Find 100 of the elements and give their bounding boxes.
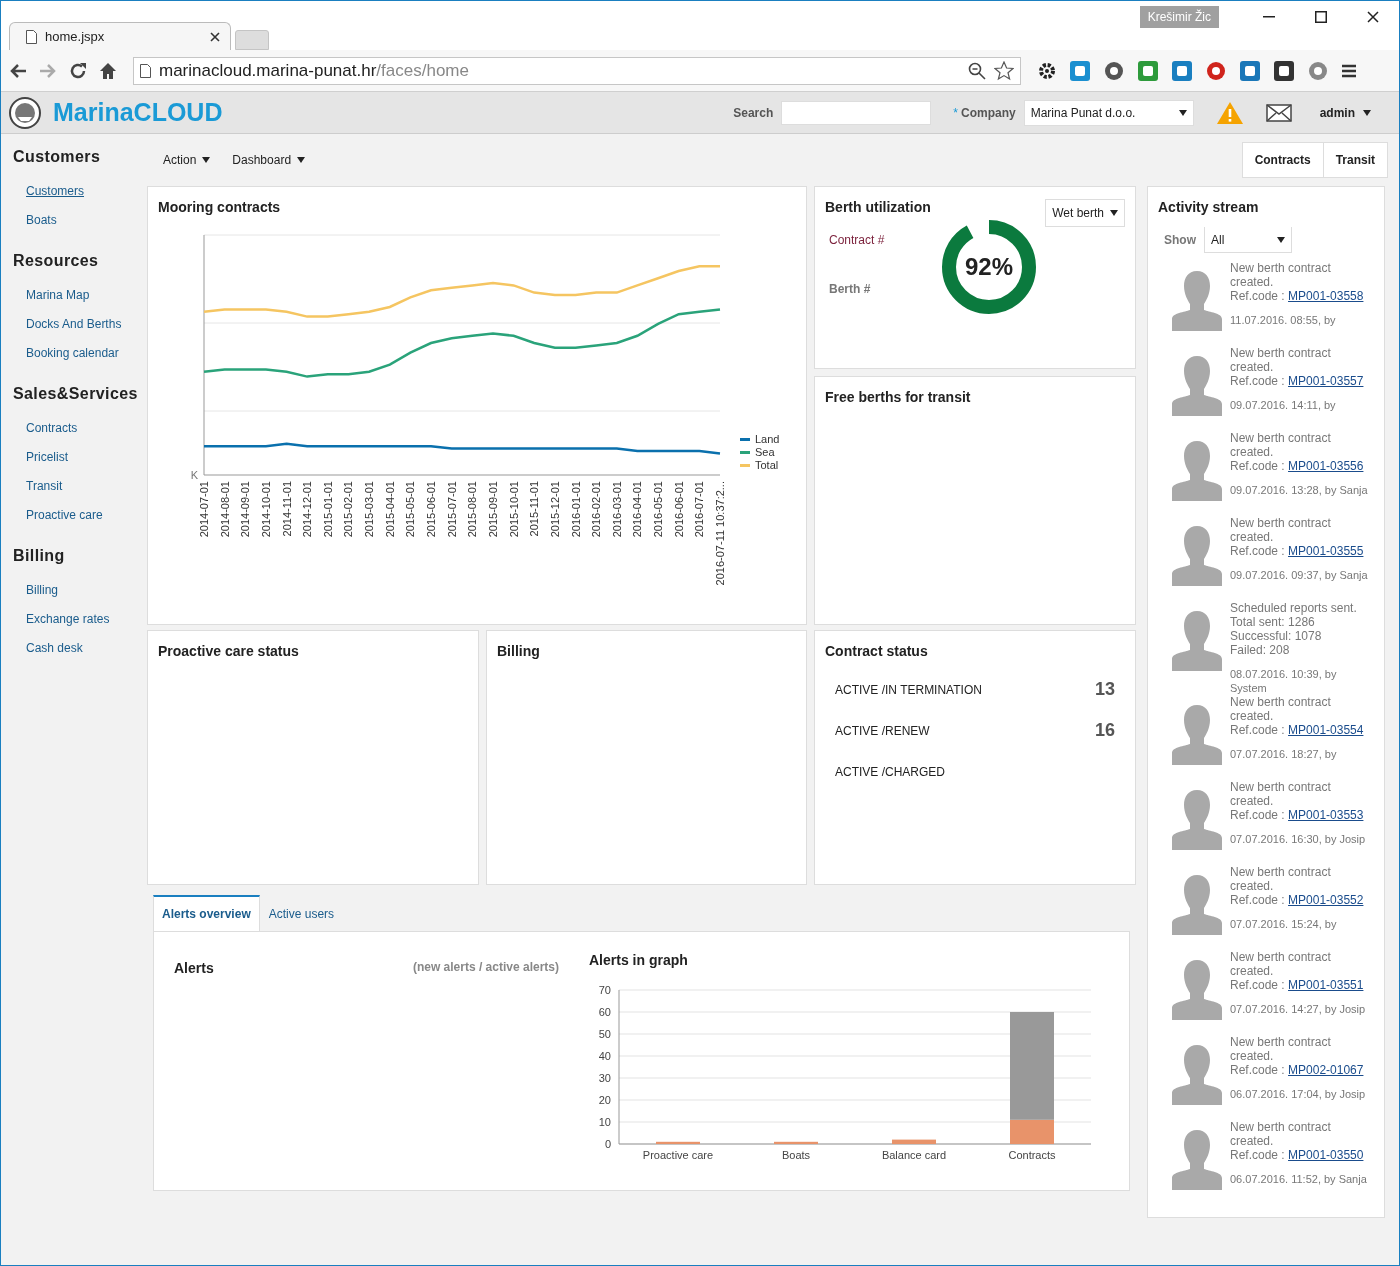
- sidebar-link[interactable]: Marina Map: [26, 288, 147, 302]
- legend-item: Land: [740, 433, 780, 445]
- ref-link[interactable]: MP001-03552: [1288, 893, 1364, 907]
- axis-label: 0: [604, 1138, 611, 1150]
- activity-text: New berth contract created.: [1230, 431, 1332, 459]
- axis-label: 2016-07-01: [693, 481, 706, 538]
- sidebar-link[interactable]: Contracts: [26, 421, 147, 435]
- chart-title: Alerts in graph: [589, 952, 689, 968]
- ref-link[interactable]: MP001-03558: [1288, 289, 1364, 303]
- user-menu[interactable]: admin: [1313, 104, 1377, 121]
- card-title: Billing: [497, 643, 541, 659]
- status-label: ACTIVE /RENEW: [835, 723, 930, 738]
- axis-label: 30: [598, 1072, 611, 1084]
- filter-select[interactable]: All: [1204, 227, 1292, 253]
- zoom-icon[interactable]: [968, 61, 986, 80]
- gear-icon[interactable]: [1037, 60, 1057, 81]
- menu-icon[interactable]: [1341, 62, 1357, 79]
- close-icon[interactable]: [1367, 11, 1379, 23]
- activity-meta: 11.07.2016. 08:55, by: [1230, 313, 1337, 327]
- axis-label: 70: [598, 984, 611, 996]
- sidebar-link[interactable]: Boats: [26, 213, 147, 227]
- url-text: marinacloud.marina-punat.hr/faces/home: [159, 60, 469, 81]
- activity-text: New berth contract created.: [1230, 950, 1332, 978]
- company-select[interactable]: Marina Punat d.o.o.: [1023, 99, 1194, 126]
- berth-type-select[interactable]: Wet berth: [1045, 199, 1125, 227]
- show-label: Show: [1164, 233, 1196, 247]
- extension-icon[interactable]: [1273, 59, 1295, 82]
- sidebar-link[interactable]: Docks And Berths: [26, 317, 147, 331]
- sidebar-link[interactable]: Customers: [26, 184, 147, 198]
- ref-link[interactable]: MP001-03554: [1288, 723, 1364, 737]
- extension-icon[interactable]: [1205, 59, 1227, 82]
- sidebar-heading: Resources: [13, 252, 100, 270]
- mail-icon[interactable]: [1265, 103, 1292, 122]
- sidebar-link[interactable]: Cash desk: [26, 641, 147, 655]
- ref-label: Ref.code : MP001-03550: [1230, 1148, 1365, 1162]
- axis-label: 2016-06-01: [672, 481, 685, 538]
- axis-label: 2014-07-01: [198, 481, 210, 538]
- sidebar-link[interactable]: Exchange rates: [26, 612, 147, 626]
- axis-label: 2015-11-01: [528, 481, 541, 537]
- axis-label: 20: [598, 1094, 611, 1106]
- bar: [892, 1139, 936, 1144]
- axis-label: 2015-01-01: [321, 481, 334, 538]
- ref-label: Ref.code : MP001-03551: [1230, 978, 1365, 992]
- avatar-icon: [1172, 1043, 1222, 1105]
- ref-label: Ref.code : MP001-03553: [1230, 808, 1365, 822]
- ref-link[interactable]: MP001-03551: [1288, 978, 1364, 992]
- activity-meta: 07.07.2016. 15:24, by: [1230, 917, 1338, 931]
- ref-link[interactable]: MP001-03553: [1288, 808, 1364, 822]
- logo-icon: [9, 96, 41, 129]
- activity-meta: 07.07.2016. 18:27, by: [1230, 747, 1338, 761]
- maximize-icon[interactable]: [1315, 11, 1327, 23]
- axis-label: 2015-08-01: [466, 481, 479, 538]
- axis-label: 2014-10-01: [259, 481, 272, 538]
- back-icon[interactable]: [9, 62, 27, 79]
- ref-label: Ref.code : MP001-03555: [1230, 544, 1365, 558]
- avatar-icon: [1172, 269, 1222, 331]
- bar: [656, 1141, 700, 1144]
- caret-icon: [1178, 109, 1187, 116]
- browser-tab[interactable]: home.jspx: [9, 22, 231, 50]
- activity-text: Successful: 1078: [1230, 629, 1323, 643]
- extension-icon[interactable]: [1103, 59, 1125, 82]
- tab[interactable]: Alerts overview: [153, 895, 260, 931]
- search-field[interactable]: [781, 100, 932, 125]
- home-icon[interactable]: [99, 61, 117, 80]
- axis-label: 2015-12-01: [548, 481, 561, 538]
- reload-icon[interactable]: [69, 61, 87, 80]
- activity-meta: 08.07.2016. 10:39, by System: [1230, 667, 1338, 695]
- close-icon[interactable]: [210, 31, 220, 42]
- ref-link[interactable]: MP001-03550: [1288, 1148, 1364, 1162]
- status-count: 16: [1094, 720, 1115, 741]
- caret-icon: [1277, 236, 1285, 243]
- axis-label: 2016-01-01: [569, 481, 582, 538]
- ref-link[interactable]: MP001-03557: [1288, 374, 1364, 388]
- minimize-icon[interactable]: [1263, 16, 1275, 18]
- activity-meta: 07.07.2016. 16:30, by Josip: [1230, 832, 1367, 846]
- sidebar-link[interactable]: Pricelist: [26, 450, 147, 464]
- axis-label: 40: [598, 1050, 611, 1062]
- axis-label: 2016-04-01: [631, 481, 644, 538]
- menu-button[interactable]: Action: [157, 152, 217, 168]
- axis-label: 50: [598, 1028, 611, 1040]
- sidebar-link[interactable]: Transit: [26, 479, 147, 493]
- sidebar-link[interactable]: Booking calendar: [26, 346, 147, 360]
- sidebar-link[interactable]: Billing: [26, 583, 147, 597]
- ref-link[interactable]: MP001-03556: [1288, 459, 1364, 473]
- company-label: Company: [960, 105, 1016, 120]
- axis-label: 2015-02-01: [342, 481, 355, 538]
- ref-link[interactable]: MP002-01067: [1288, 1063, 1364, 1077]
- menu-button[interactable]: Dashboard: [226, 152, 312, 168]
- address-bar[interactable]: marinacloud.marina-punat.hr/faces/home: [133, 56, 1021, 85]
- ref-label: Ref.code : MP001-03554: [1230, 723, 1365, 737]
- axis-label: 2015-03-01: [363, 481, 376, 538]
- status-count: 13: [1094, 679, 1115, 700]
- sidebar-link[interactable]: Proactive care: [26, 508, 147, 522]
- ref-link[interactable]: MP001-03555: [1288, 544, 1364, 558]
- activity-text: New berth contract created.: [1230, 1035, 1332, 1063]
- star-icon[interactable]: [994, 60, 1014, 81]
- activity-text: Total sent: 1286: [1230, 615, 1316, 629]
- axis-label: Balance card: [881, 1149, 947, 1161]
- ref-label: Ref.code : MP001-03557: [1230, 374, 1365, 388]
- tab[interactable]: Active users: [259, 895, 344, 931]
